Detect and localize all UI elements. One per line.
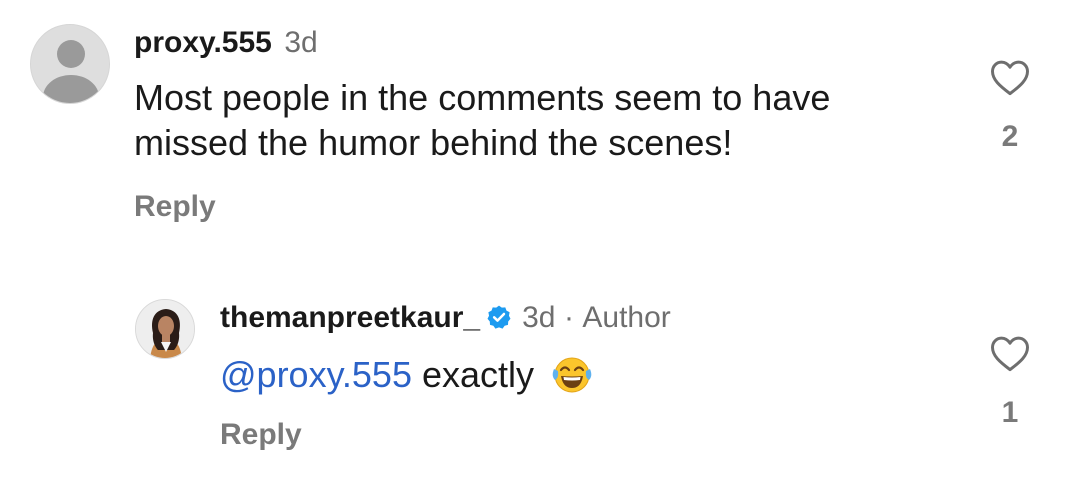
heart-icon[interactable] xyxy=(989,57,1031,97)
reply-time: 3d xyxy=(522,301,556,334)
avatar[interactable] xyxy=(135,299,195,359)
comment-header: proxy.555 3d xyxy=(134,26,318,60)
face-with-tears-of-joy-icon xyxy=(550,355,594,405)
meta-separator: · xyxy=(563,301,574,334)
heart-icon[interactable] xyxy=(989,333,1031,373)
author-label: Author xyxy=(582,301,671,334)
like-column: 1 xyxy=(980,333,1040,430)
like-count: 2 xyxy=(1001,120,1019,153)
like-count: 1 xyxy=(1001,396,1019,429)
reply-username[interactable]: themanpreetkaur_ xyxy=(220,301,480,334)
comment-time: 3d xyxy=(284,26,318,59)
reply-button[interactable]: Reply xyxy=(134,190,216,224)
reply-button[interactable]: Reply xyxy=(220,418,302,452)
mention-link[interactable]: @proxy.555 xyxy=(220,354,412,395)
reply-header: themanpreetkaur_ 3d · Author xyxy=(220,301,671,335)
like-column: 2 xyxy=(980,57,1040,154)
comment-username[interactable]: proxy.555 xyxy=(134,26,272,59)
comment-text: Most people in the comments seem to have… xyxy=(134,77,831,163)
default-avatar-icon[interactable] xyxy=(30,24,110,104)
verified-badge-icon xyxy=(486,304,512,335)
reply-body-text: exactly xyxy=(422,354,535,395)
reply-text: @proxy.555 exactly xyxy=(220,352,594,405)
